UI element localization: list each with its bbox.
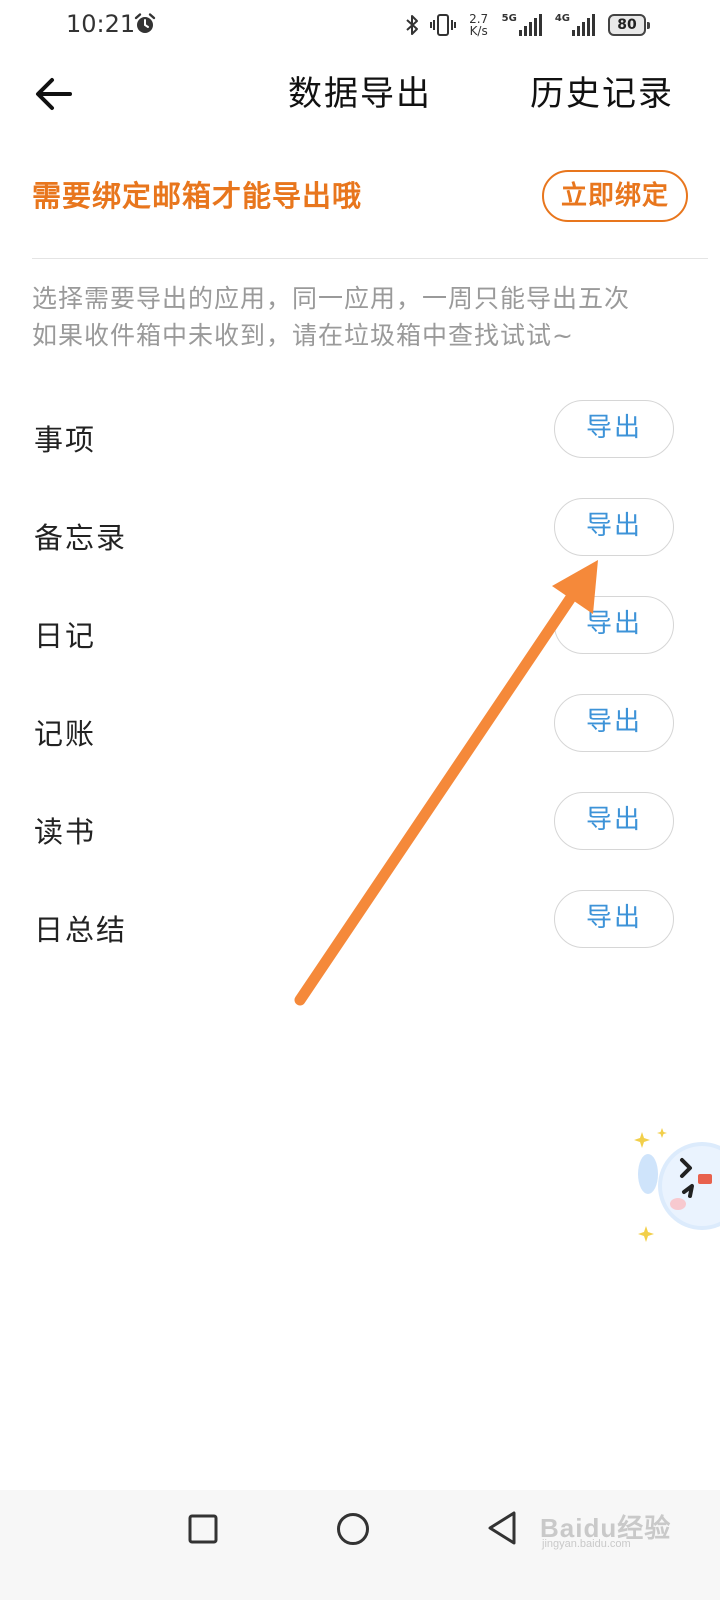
net-speed-unit: K/s [469,24,488,38]
watermark: Baidu经验 jingyan.baidu.com [540,1504,670,1552]
alarm-icon [134,13,156,33]
vibrate-icon [429,14,456,36]
notice-line-2: 如果收件箱中未收到，请在垃圾箱中查找试试~ [32,321,574,350]
export-button[interactable]: 导出 [554,694,674,752]
divider [32,258,708,259]
export-label: 日总结 [34,913,128,947]
export-button[interactable]: 导出 [554,890,674,948]
export-label: 事项 [34,423,97,457]
status-icons: 2.7 K/s 5G 4G 80 [404,10,650,40]
export-list: 事项 导出 备忘录 导出 日记 导出 记账 导出 读书 导出 日总结 导出 [0,392,720,980]
export-button[interactable]: 导出 [554,400,674,458]
export-row-reading: 读书 导出 [0,784,720,882]
export-row-memo: 备忘录 导出 [0,490,720,588]
export-label: 记账 [34,717,97,751]
mascot-icon[interactable] [630,1126,720,1246]
signal-4g-label: 4G [554,13,570,24]
history-button[interactable]: 历史记录 [530,72,674,116]
battery-icon: 80 [608,14,650,36]
export-button[interactable]: 导出 [554,596,674,654]
signal-icon [572,14,595,36]
signal-5g: 5G [502,14,545,36]
export-button[interactable]: 导出 [554,792,674,850]
battery-level: 80 [617,17,637,33]
bind-now-button[interactable]: 立即绑定 [542,170,688,222]
net-speed: 2.7 K/s [466,13,492,37]
export-label: 备忘录 [34,521,128,555]
bind-email-banner: 需要绑定邮箱才能导出哦 立即绑定 [32,160,688,234]
home-icon[interactable] [336,1512,370,1546]
screen: 10:21 2.7 K/s 5G 4G 80 数据导出 历史记录 需要绑定邮箱才… [0,0,720,1600]
recent-apps-icon[interactable] [188,1514,218,1544]
bluetooth-icon [405,15,418,35]
notice-line-1: 选择需要导出的应用，同一应用，一周只能导出五次 [32,284,631,313]
export-label: 读书 [34,815,97,849]
status-bar: 10:21 2.7 K/s 5G 4G 80 [0,0,720,48]
watermark-sub: jingyan.baidu.com [542,1538,631,1550]
app-header: 数据导出 历史记录 [0,56,720,132]
navigation-bar: Baidu经验 jingyan.baidu.com [0,1490,720,1600]
signal-icon [518,14,542,36]
status-time: 10:21 [66,10,136,38]
bind-email-tip: 需要绑定邮箱才能导出哦 [32,179,363,213]
export-row-daily-summary: 日总结 导出 [0,882,720,980]
export-label: 日记 [34,619,97,653]
export-button[interactable]: 导出 [554,498,674,556]
export-row-accounting: 记账 导出 [0,686,720,784]
back-icon[interactable] [486,1510,518,1546]
export-row-diary: 日记 导出 [0,588,720,686]
signal-4g: 4G [555,14,598,36]
signal-5g-label: 5G [501,13,517,24]
export-notice: 选择需要导出的应用，同一应用，一周只能导出五次 如果收件箱中未收到，请在垃圾箱中… [32,280,692,354]
export-row-tasks: 事项 导出 [0,392,720,490]
